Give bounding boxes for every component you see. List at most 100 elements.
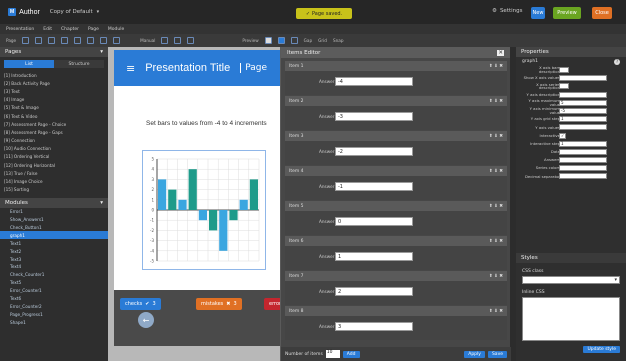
new-button[interactable]: New bbox=[531, 7, 545, 19]
bar[interactable] bbox=[198, 210, 207, 221]
modules-menu-icon[interactable]: ▾ bbox=[100, 200, 103, 206]
answer-input[interactable] bbox=[335, 252, 413, 261]
close-button[interactable]: Close bbox=[592, 7, 612, 19]
bar[interactable] bbox=[219, 210, 228, 251]
page-item[interactable]: [3] Text bbox=[0, 87, 108, 95]
apply-button[interactable]: Apply bbox=[464, 350, 485, 358]
page-item[interactable]: [4] Image bbox=[0, 96, 108, 104]
settings-button[interactable]: ⚙ Settings bbox=[492, 8, 523, 14]
add-page-icon[interactable]: ▾ bbox=[100, 49, 103, 55]
layout-icon[interactable] bbox=[161, 37, 169, 44]
menu-module[interactable]: Module bbox=[108, 27, 124, 32]
property-value[interactable] bbox=[559, 157, 607, 164]
module-item[interactable]: Text6 bbox=[0, 295, 108, 303]
device-icon[interactable] bbox=[264, 37, 272, 44]
align-center-icon[interactable] bbox=[100, 37, 108, 44]
property-value[interactable] bbox=[559, 75, 607, 82]
menu-presentation[interactable]: Presentation bbox=[6, 27, 34, 32]
page-item[interactable]: [13] True / False bbox=[0, 169, 108, 177]
menu-chapter[interactable]: Chapter bbox=[61, 27, 79, 32]
align-right-icon[interactable] bbox=[113, 37, 121, 44]
module-item[interactable]: Text4 bbox=[0, 263, 108, 271]
answer-input[interactable] bbox=[335, 112, 413, 121]
item-actions[interactable]: ⬆ ⬇ ✖ bbox=[489, 309, 503, 314]
bar[interactable] bbox=[229, 210, 238, 221]
module-item[interactable]: Check_Button1 bbox=[0, 224, 108, 232]
answer-input[interactable] bbox=[335, 147, 413, 156]
module-item[interactable]: Text2 bbox=[0, 247, 108, 255]
bar[interactable] bbox=[178, 199, 187, 210]
page-item[interactable]: [7] Assessment Page - Choice bbox=[0, 120, 108, 128]
bar[interactable] bbox=[188, 169, 197, 210]
tablet-icon[interactable] bbox=[290, 37, 298, 44]
module-item[interactable]: graph1 bbox=[0, 231, 108, 240]
menu-edit[interactable]: Edit bbox=[43, 27, 52, 32]
page-item[interactable]: [15] Sorting bbox=[0, 186, 108, 194]
answer-input[interactable] bbox=[335, 182, 413, 191]
hamburger-icon[interactable]: ≡ bbox=[126, 62, 135, 75]
undo-icon[interactable] bbox=[22, 37, 30, 44]
page-item[interactable]: [10] Audio Connection bbox=[0, 145, 108, 153]
page-item[interactable]: [2] Back Activity Page bbox=[0, 79, 108, 87]
answer-input[interactable] bbox=[335, 77, 413, 86]
property-value[interactable]: -5 bbox=[559, 107, 607, 114]
tab-structure[interactable]: Structure bbox=[54, 60, 104, 68]
align-left-icon[interactable] bbox=[87, 37, 95, 44]
page-item[interactable]: [5] Text & Image bbox=[0, 104, 108, 112]
module-item[interactable]: Error_Counter1 bbox=[0, 287, 108, 295]
bar[interactable] bbox=[168, 189, 177, 210]
grid-icon[interactable] bbox=[174, 37, 182, 44]
property-value[interactable]: ✓ bbox=[559, 132, 566, 139]
property-value[interactable] bbox=[559, 165, 607, 172]
property-value[interactable] bbox=[559, 124, 607, 131]
project-name[interactable]: Copy of Default bbox=[50, 9, 93, 15]
property-value[interactable]: 5 bbox=[559, 99, 607, 106]
answer-input[interactable] bbox=[335, 322, 413, 331]
module-item[interactable]: Text1 bbox=[0, 239, 108, 247]
tab-list[interactable]: List bbox=[4, 60, 54, 68]
module-item[interactable]: Check_Counter1 bbox=[0, 271, 108, 279]
property-value[interactable] bbox=[559, 148, 607, 155]
copy-icon[interactable] bbox=[61, 37, 69, 44]
page-item[interactable]: [14] Image Choice bbox=[0, 177, 108, 185]
property-value[interactable]: 1 bbox=[559, 116, 607, 123]
bar-chart[interactable]: -5 -4 -3 -2 -1 0 1 2 3 4 5 bbox=[143, 151, 265, 269]
graph-module[interactable]: -5 -4 -3 -2 -1 0 1 2 3 4 5 bbox=[142, 150, 266, 270]
help-icon[interactable]: ? bbox=[614, 58, 620, 65]
item-actions[interactable]: ⬆ ⬇ ✖ bbox=[489, 169, 503, 174]
module-item[interactable]: Show_Answers1 bbox=[0, 216, 108, 224]
answer-input[interactable] bbox=[335, 217, 413, 226]
menu-page[interactable]: Page bbox=[88, 27, 99, 32]
property-value[interactable] bbox=[559, 173, 607, 180]
page-item[interactable]: [6] Text & Video bbox=[0, 112, 108, 120]
page-item[interactable]: [8] Assessment Page - Gaps bbox=[0, 128, 108, 136]
page-item[interactable]: [9] Connection bbox=[0, 137, 108, 145]
module-item[interactable]: Shape1 bbox=[0, 318, 108, 326]
page-item[interactable]: [12] Ordering Horizontal bbox=[0, 161, 108, 169]
paste-icon[interactable] bbox=[74, 37, 82, 44]
close-icon[interactable]: ✕ bbox=[497, 49, 504, 56]
module-item[interactable]: Page_Progress1 bbox=[0, 310, 108, 318]
item-actions[interactable]: ⬆ ⬇ ✖ bbox=[489, 99, 503, 104]
module-item[interactable]: Error1 bbox=[0, 208, 108, 216]
property-value[interactable] bbox=[559, 91, 607, 98]
zoom-icon[interactable] bbox=[187, 37, 195, 44]
preview-button[interactable]: Preview bbox=[553, 7, 581, 19]
add-items-button[interactable]: Add bbox=[342, 350, 360, 358]
item-actions[interactable]: ⬆ ⬇ ✖ bbox=[489, 64, 503, 69]
inline-css-textarea[interactable] bbox=[522, 297, 620, 341]
module-item[interactable]: Text5 bbox=[0, 279, 108, 287]
bar[interactable] bbox=[239, 199, 248, 210]
item-actions[interactable]: ⬆ ⬇ ✖ bbox=[489, 274, 503, 279]
cut-icon[interactable] bbox=[48, 37, 56, 44]
number-of-items-input[interactable]: 10 bbox=[325, 350, 340, 358]
answer-input[interactable] bbox=[335, 287, 413, 296]
desktop-icon[interactable] bbox=[277, 37, 285, 44]
update-style-button[interactable]: Update style bbox=[583, 346, 620, 353]
previous-page-button[interactable]: ← bbox=[138, 312, 154, 328]
property-value[interactable] bbox=[559, 67, 569, 73]
page-item[interactable]: [1] Introduction bbox=[0, 71, 108, 79]
save-button[interactable]: Save bbox=[487, 350, 507, 358]
project-dropdown-icon[interactable]: ▾ bbox=[97, 9, 100, 15]
module-item[interactable]: Error_Counter2 bbox=[0, 303, 108, 311]
